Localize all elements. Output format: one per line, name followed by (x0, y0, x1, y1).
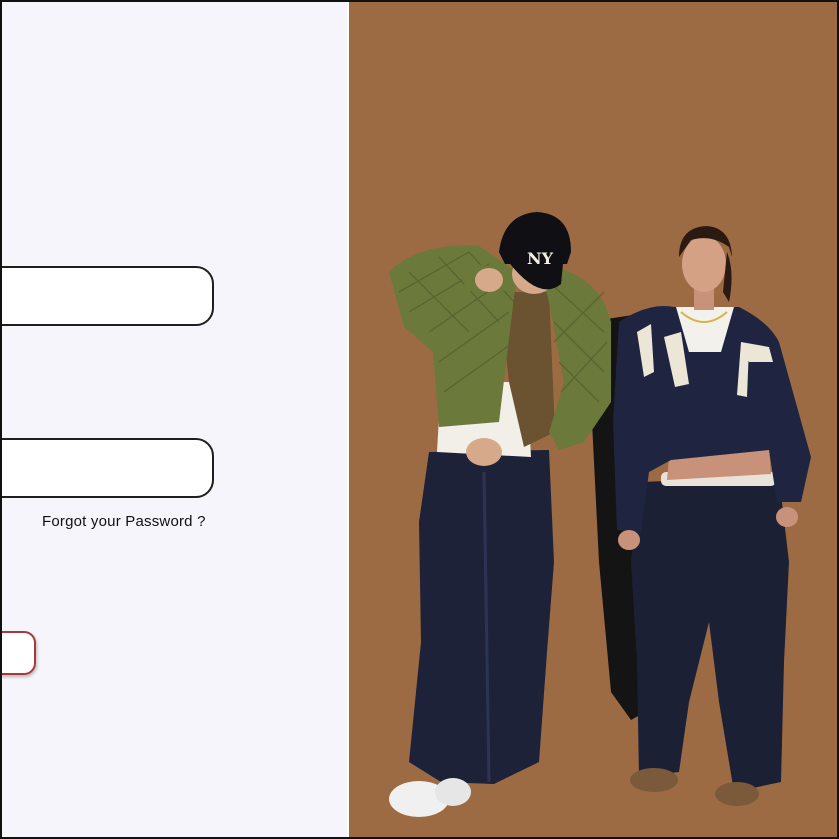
woman-face (682, 236, 726, 292)
woman-shoe-right (715, 782, 759, 806)
hero-image: NY (389, 212, 811, 817)
login-form-panel: Forgot your Password ? (2, 2, 347, 837)
login-page: Forgot your Password ? NY (0, 0, 839, 839)
woman-jeans (631, 477, 789, 792)
man-shoe-right (435, 778, 471, 806)
woman-shoe-left (630, 768, 678, 792)
password-input[interactable] (2, 438, 214, 498)
man-jeans (409, 450, 554, 784)
username-input[interactable] (2, 266, 214, 326)
cap-logo: NY (527, 249, 554, 268)
hero-image-panel: NY (347, 2, 837, 837)
login-button[interactable] (2, 631, 36, 675)
forgot-password-link[interactable]: Forgot your Password ? (42, 513, 206, 530)
